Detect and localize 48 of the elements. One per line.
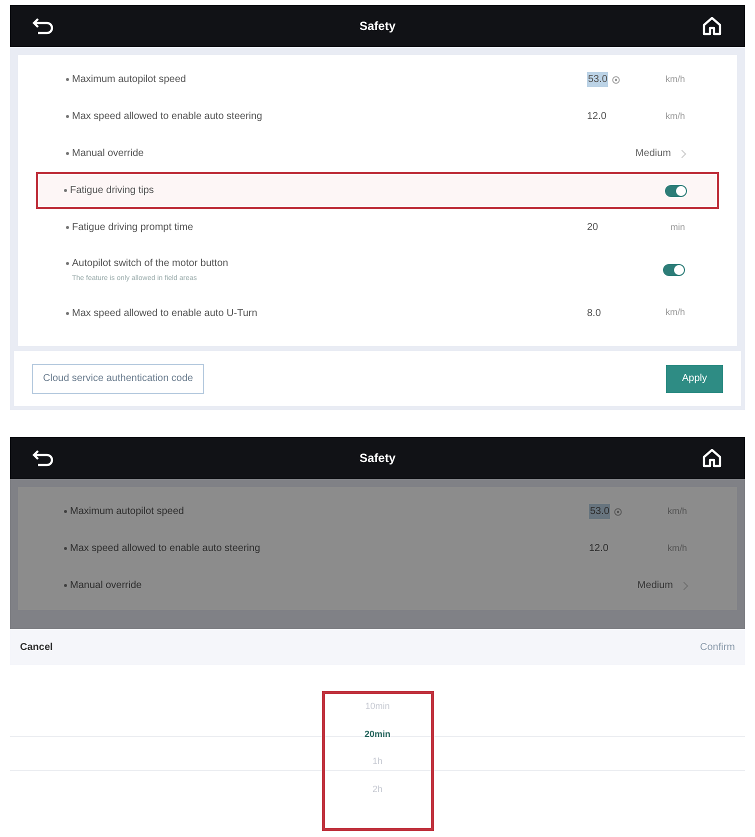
toggle-switch[interactable] xyxy=(663,264,685,276)
bullet-icon xyxy=(66,115,69,118)
bullet-icon xyxy=(64,189,67,192)
setting-label: Maximum autopilot speed xyxy=(70,505,184,519)
setting-label: Autopilot switch of the motor button xyxy=(72,257,228,271)
setting-label: Max speed allowed to enable auto steering xyxy=(72,110,262,124)
setting-label: Manual override xyxy=(72,147,144,161)
clear-icon[interactable] xyxy=(612,76,620,84)
unit-label: km/h xyxy=(664,110,685,123)
bullet-icon xyxy=(66,226,69,229)
home-icon[interactable] xyxy=(701,447,723,469)
toggle-switch[interactable] xyxy=(665,184,687,196)
value-field[interactable]: 20 xyxy=(587,220,598,235)
apply-button[interactable]: Apply xyxy=(666,364,723,392)
value-field[interactable]: 12.0 xyxy=(589,541,608,556)
home-icon[interactable] xyxy=(701,15,723,37)
value-field[interactable]: 53.0 xyxy=(587,72,608,87)
bullet-icon xyxy=(64,584,67,587)
setting-label: Fatigue driving tips xyxy=(70,184,154,198)
cancel-button[interactable]: Cancel xyxy=(20,640,53,654)
bullet-icon xyxy=(64,547,67,550)
value-field[interactable]: 8.0 xyxy=(587,306,601,320)
setting-label: Fatigue driving prompt time xyxy=(72,221,194,235)
bullet-icon xyxy=(66,312,69,314)
back-icon[interactable] xyxy=(32,17,54,35)
screen-title: Safety xyxy=(359,18,396,35)
select-value[interactable]: Medium xyxy=(635,146,671,161)
unit-label: km/h xyxy=(666,504,687,518)
select-value[interactable]: Medium xyxy=(637,578,673,593)
confirm-button[interactable]: Confirm xyxy=(700,640,735,654)
unit-label: km/h xyxy=(666,542,687,555)
setting-label: Max speed allowed to enable auto steering xyxy=(70,542,260,556)
value-field[interactable]: 53.0 xyxy=(589,504,610,519)
unit-label: min xyxy=(669,220,685,234)
setting-label: Manual override xyxy=(70,579,142,593)
auth-code-button[interactable]: Cloud service authentication code xyxy=(32,364,204,394)
setting-label: Maximum autopilot speed xyxy=(72,73,186,87)
back-icon[interactable] xyxy=(32,449,54,467)
value-field[interactable]: 12.0 xyxy=(587,109,606,124)
setting-label: Max speed allowed to enable auto U-Turn xyxy=(72,306,258,320)
unit-label: km/h xyxy=(664,72,685,86)
bullet-icon xyxy=(66,152,69,155)
screen-title: Safety xyxy=(359,450,396,467)
picker-option[interactable]: 20min xyxy=(364,728,390,741)
unit-label: km/h xyxy=(664,306,685,320)
bullet-icon xyxy=(66,262,69,265)
bullet-icon xyxy=(64,510,67,513)
bullet-icon xyxy=(66,78,69,81)
